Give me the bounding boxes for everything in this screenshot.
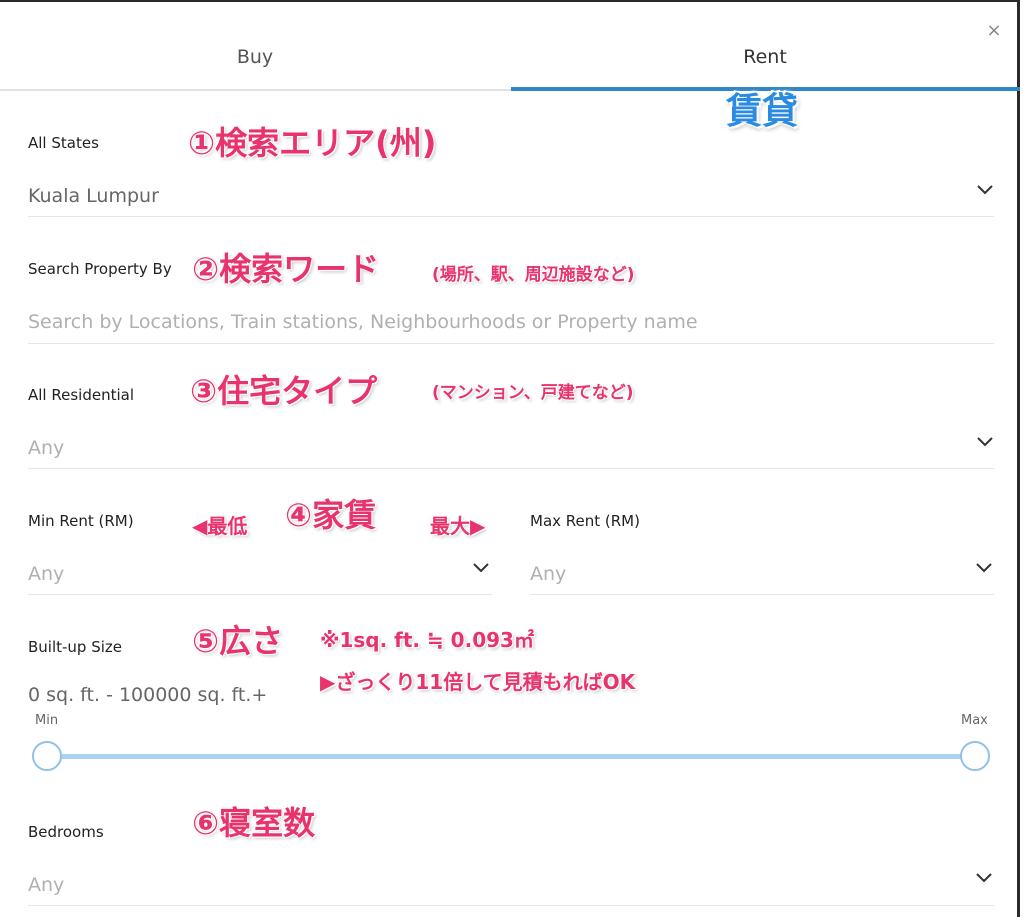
residential-label: All Residential bbox=[28, 386, 134, 404]
chevron-down-icon[interactable] bbox=[975, 872, 993, 884]
annotation-size: ⑤広さ bbox=[192, 622, 284, 660]
bedrooms-select[interactable]: Any bbox=[28, 874, 64, 896]
annotation-min: ◀最低 bbox=[192, 514, 248, 538]
search-input[interactable]: Search by Locations, Train stations, Nei… bbox=[28, 311, 698, 333]
annotation-bedrooms: ⑥寝室数 bbox=[192, 804, 316, 842]
state-label: All States bbox=[28, 134, 99, 152]
annotation-area: ①検索エリア(州) bbox=[188, 124, 437, 162]
max-rent-select[interactable]: Any bbox=[530, 563, 566, 585]
annotation-rent-price: ④家賃 bbox=[285, 496, 377, 534]
slider-min-handle[interactable] bbox=[32, 741, 62, 771]
annotation-type-note: (マンション、戸建てなど) bbox=[432, 383, 634, 403]
annotation-type: ③住宅タイプ bbox=[190, 372, 378, 410]
tab-rent[interactable]: Rent bbox=[510, 46, 1020, 68]
built-up-value: 0 sq. ft. - 100000 sq. ft.+ bbox=[28, 684, 268, 706]
tab-bar: Buy Rent bbox=[0, 2, 1020, 92]
annotation-size-note2: ▶ざっくり11倍して見積もればOK bbox=[320, 670, 636, 694]
annotation-keyword-note: (場所、駅、周辺施設など) bbox=[432, 265, 635, 285]
chevron-down-icon[interactable] bbox=[472, 562, 490, 574]
annotation-rent: 賃貸 bbox=[726, 91, 799, 132]
size-slider-track[interactable] bbox=[47, 754, 975, 759]
search-underline bbox=[28, 343, 994, 344]
min-rent-label: Min Rent (RM) bbox=[28, 512, 134, 530]
min-rent-select[interactable]: Any bbox=[28, 563, 64, 585]
annotation-max: 最大▶ bbox=[430, 514, 486, 538]
min-rent-underline bbox=[28, 594, 492, 595]
state-underline bbox=[28, 216, 994, 217]
bedrooms-underline bbox=[28, 905, 994, 906]
tab-buy[interactable]: Buy bbox=[0, 46, 510, 68]
residential-underline bbox=[28, 468, 994, 469]
annotation-size-note1: ※1sq. ft. ≒ 0.093㎡ bbox=[320, 628, 534, 652]
max-rent-underline bbox=[530, 594, 994, 595]
slider-max-label: Max bbox=[961, 713, 988, 728]
chevron-down-icon[interactable] bbox=[976, 184, 994, 196]
built-up-label: Built-up Size bbox=[28, 638, 123, 656]
annotation-keyword: ②検索ワード bbox=[192, 250, 380, 288]
residential-select[interactable]: Any bbox=[28, 437, 64, 459]
bedrooms-label: Bedrooms bbox=[28, 823, 104, 841]
chevron-down-icon[interactable] bbox=[976, 436, 994, 448]
max-rent-label: Max Rent (RM) bbox=[530, 512, 640, 530]
slider-max-handle[interactable] bbox=[960, 741, 990, 771]
chevron-down-icon[interactable] bbox=[975, 562, 993, 574]
state-select[interactable]: Kuala Lumpur bbox=[28, 185, 159, 207]
slider-min-label: Min bbox=[35, 713, 59, 728]
search-label: Search Property By bbox=[28, 260, 172, 278]
search-filter-dialog: × Buy Rent 賃貸 All States ①検索エリア(州) Kuala… bbox=[0, 0, 1020, 917]
